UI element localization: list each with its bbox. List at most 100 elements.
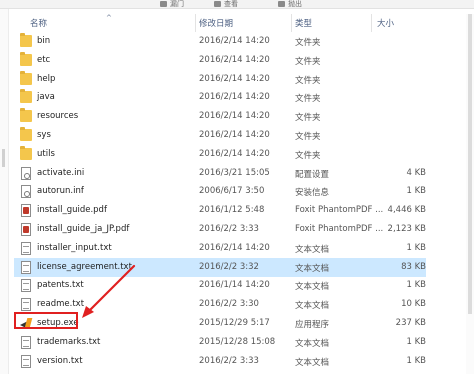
- file-modified-date: 2015/12/29 5:17: [199, 318, 270, 328]
- file-size: 4 KB: [406, 167, 426, 178]
- annotation-highlight-box: [14, 312, 78, 329]
- column-divider[interactable]: [371, 14, 372, 32]
- folder-icon: [20, 108, 32, 123]
- file-row[interactable]: version.txt 2016/2/2 3:33 文本文档 1 KB: [14, 352, 426, 371]
- file-name: patents.txt: [37, 280, 84, 291]
- file-name: install_guide.pdf: [37, 205, 107, 216]
- file-modified-date: 2016/3/21 15:05: [199, 167, 270, 178]
- file-modified-date: 2016/2/14 14:20: [199, 130, 270, 140]
- file-type: 文本文档: [295, 301, 330, 312]
- column-header-modified[interactable]: 修改日期: [199, 17, 233, 29]
- file-modified-date: 2016/2/14 14:20: [199, 73, 270, 84]
- file-name: utils: [37, 148, 55, 159]
- file-name: version.txt: [37, 355, 83, 366]
- sort-up-icon: ^: [106, 14, 112, 22]
- file-type: 文本文档: [295, 357, 330, 368]
- file-type: 文件夹: [295, 56, 321, 67]
- file-size: 2,123 KB: [387, 224, 426, 234]
- file-size: 1 KB: [406, 336, 426, 347]
- file-row[interactable]: etc 2016/2/14 14:20 文件夹: [14, 51, 426, 70]
- view-icon: [214, 1, 221, 7]
- file-row[interactable]: autorun.inf 2006/6/17 3:50 安装信息 1 KB: [14, 182, 426, 201]
- file-row[interactable]: utils 2016/2/14 14:20 文件夹: [14, 145, 426, 164]
- file-name: install_guide_ja_JP.pdf: [37, 224, 130, 234]
- file-name: trademarks.txt: [37, 336, 101, 347]
- toolbar-item-share[interactable]: 抛出: [278, 0, 302, 8]
- file-size: 1 KB: [406, 355, 426, 366]
- vertical-scrollbar[interactable]: [466, 14, 474, 374]
- file-row[interactable]: install_guide_ja_JP.pdf 2016/2/2 3:33 Foxi…: [14, 220, 426, 239]
- file-name: autorun.inf: [37, 186, 84, 197]
- file-name: java: [37, 92, 55, 103]
- file-row[interactable]: trademarks.txt 2015/12/28 15:08 文本文档 1 KB: [14, 333, 426, 352]
- file-row[interactable]: activate.ini 2016/3/21 15:05 配置设置 4 KB: [14, 164, 426, 183]
- file-modified-date: 2015/12/28 15:08: [199, 336, 276, 347]
- file-row[interactable]: sys 2016/2/14 14:20 文件夹: [14, 126, 426, 145]
- file-type: 配置设置: [295, 169, 330, 180]
- file-name: bin: [37, 36, 51, 46]
- file-modified-date: 2016/2/14 14:20: [199, 148, 270, 159]
- file-type: 文本文档: [295, 282, 330, 293]
- file-type: 文件夹: [295, 94, 321, 105]
- file-modified-date: 2016/1/12 5:48: [199, 205, 265, 216]
- column-header-name[interactable]: 名称: [30, 17, 47, 29]
- navigation-pane[interactable]: [0, 9, 9, 374]
- file-type: 文件夹: [295, 150, 321, 161]
- file-name: installer_input.txt: [37, 242, 112, 253]
- text-file-icon: [21, 298, 31, 312]
- file-name: readme.txt: [37, 299, 85, 310]
- folder-icon: [20, 145, 32, 160]
- file-type: 文件夹: [295, 75, 321, 86]
- file-type: 文本文档: [295, 244, 330, 255]
- column-header-size[interactable]: 大小: [377, 17, 394, 29]
- file-modified-date: 2016/1/14 14:20: [199, 280, 270, 291]
- file-type: 文件夹: [295, 38, 321, 48]
- folder-icon: [20, 89, 32, 104]
- file-modified-date: 2016/2/14 14:20: [199, 54, 270, 65]
- file-row[interactable]: patents.txt 2016/1/14 14:20 文本文档 1 KB: [14, 276, 426, 295]
- pin-icon: [160, 1, 167, 7]
- file-modified-date: 2016/2/2 3:32: [199, 261, 259, 272]
- file-type: 文件夹: [295, 132, 321, 142]
- file-modified-date: 2016/2/2 3:30: [199, 299, 259, 310]
- pdf-icon: [21, 223, 31, 236]
- file-name: sys: [37, 130, 51, 140]
- column-divider[interactable]: [291, 14, 292, 32]
- file-modified-date: 2016/2/2 3:33: [199, 224, 259, 234]
- file-row[interactable]: help 2016/2/14 14:20 文件夹: [14, 70, 426, 89]
- text-file-icon: [21, 335, 31, 349]
- file-modified-date: 2016/2/14 14:20: [199, 111, 270, 122]
- column-header-row: ^ 名称 修改日期 类型 大小: [8, 14, 474, 32]
- file-row[interactable]: installer_input.txt 2016/2/14 14:20 文本文档 1 …: [14, 239, 426, 258]
- file-type: 应用程序: [295, 320, 330, 330]
- pdf-icon: [21, 204, 31, 218]
- nav-pane-marker: [2, 149, 5, 167]
- file-type: 安装信息: [295, 188, 330, 199]
- file-size: 1 KB: [406, 280, 426, 291]
- file-row[interactable]: bin 2016/2/14 14:20 文件夹: [14, 32, 426, 51]
- file-type: 文件夹: [295, 113, 321, 124]
- folder-icon: [20, 70, 32, 85]
- scrollbar-thumb[interactable]: [468, 14, 472, 314]
- file-row[interactable]: resources 2016/2/14 14:20 文件夹: [14, 107, 426, 126]
- column-divider[interactable]: [195, 14, 196, 32]
- toolbar-item-view[interactable]: 查看: [214, 0, 238, 8]
- file-size: 1 KB: [406, 186, 426, 197]
- file-size: 237 KB: [395, 318, 426, 328]
- file-row[interactable]: license_agreement.txt 2016/2/2 3:32 文本文档 83…: [14, 257, 426, 277]
- file-modified-date: 2016/2/14 14:20: [199, 242, 270, 253]
- file-size: 1 KB: [406, 242, 426, 253]
- folder-icon: [20, 33, 32, 47]
- file-row[interactable]: install_guide.pdf 2016/1/12 5:48 Foxit Pha…: [14, 201, 426, 220]
- folder-icon: [20, 51, 32, 66]
- text-file-icon: [21, 279, 31, 293]
- file-row[interactable]: java 2016/2/14 14:20 文件夹: [14, 88, 426, 107]
- settings-file-icon: [21, 166, 31, 180]
- file-name: activate.ini: [37, 167, 85, 178]
- file-modified-date: 2016/2/2 3:33: [199, 355, 259, 366]
- text-file-icon: [21, 260, 31, 274]
- file-modified-date: 2006/6/17 3:50: [199, 186, 265, 197]
- file-name: etc: [37, 54, 51, 65]
- column-header-type[interactable]: 类型: [295, 17, 312, 29]
- toolbar-item-pin[interactable]: 漏门: [160, 0, 184, 8]
